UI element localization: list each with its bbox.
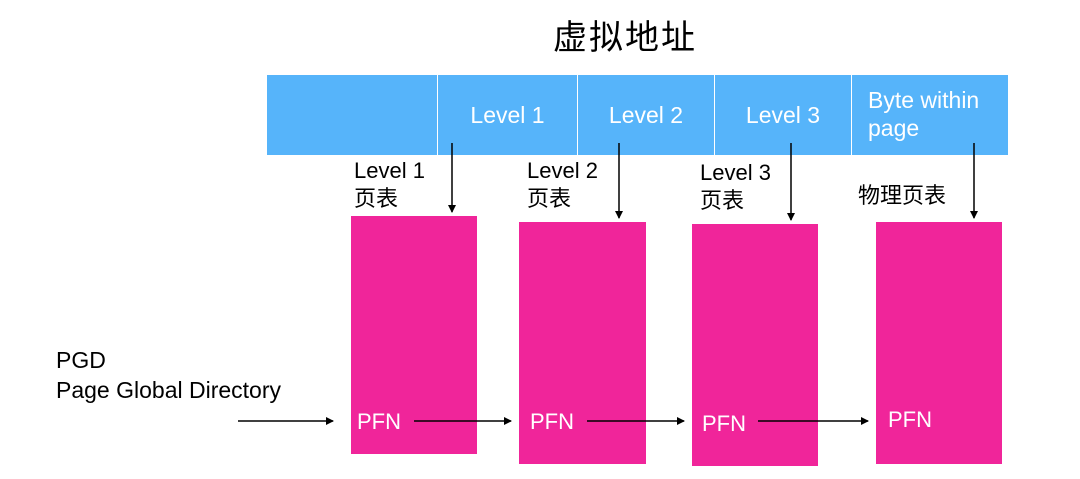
arrows-layer (238, 143, 978, 425)
